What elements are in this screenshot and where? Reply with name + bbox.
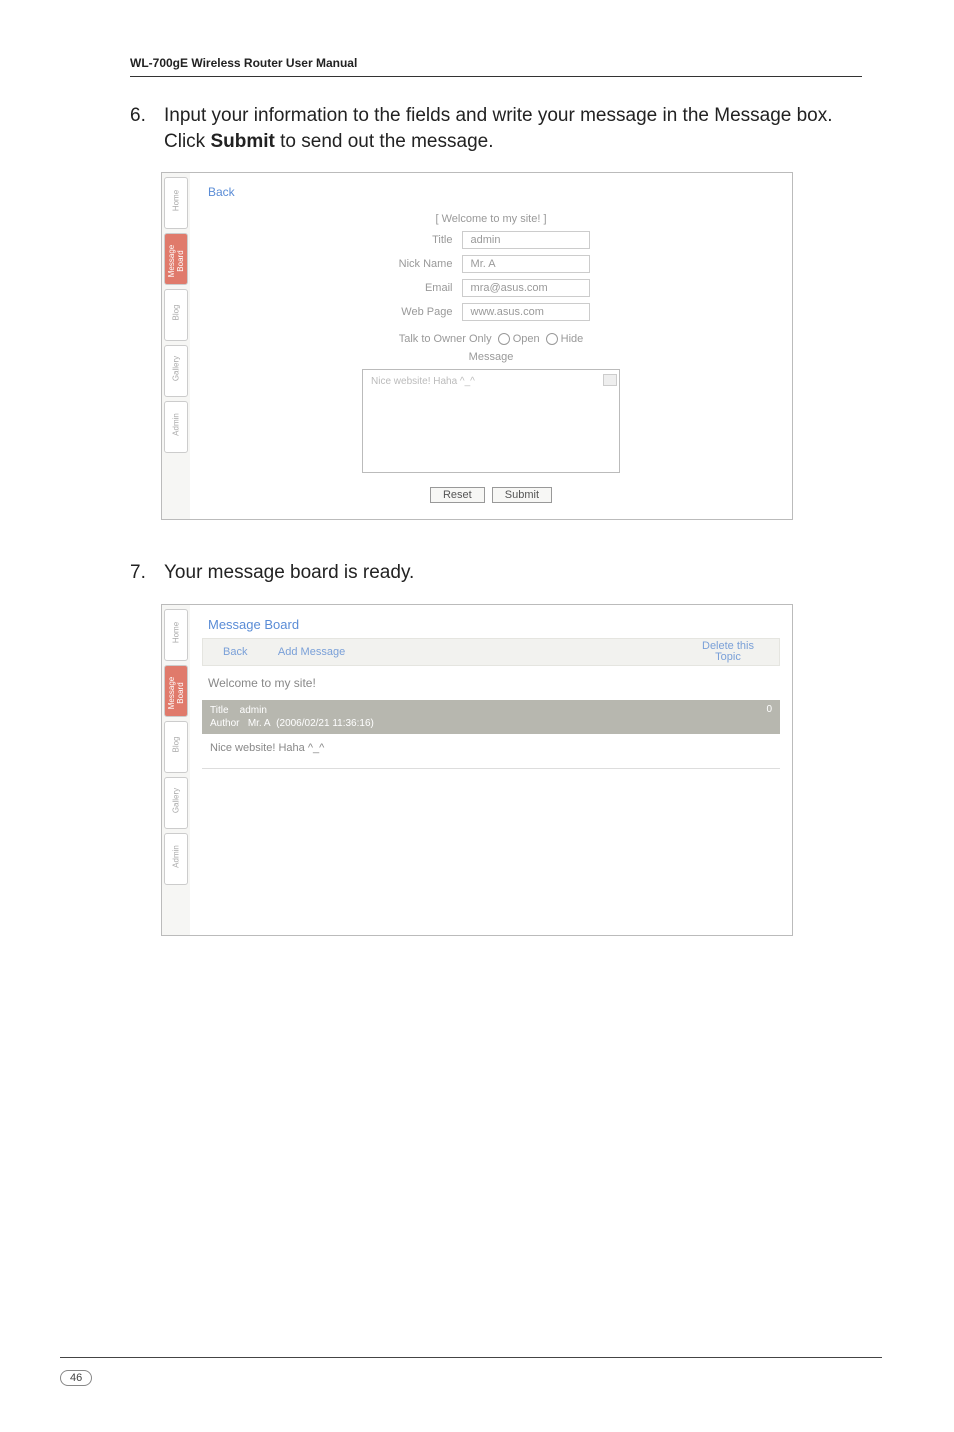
side-tab-label: Blog [172, 722, 181, 768]
radio-open[interactable] [498, 333, 510, 345]
hdr-title-value: admin [240, 705, 267, 716]
divider [202, 768, 780, 769]
page-footer: 46 [60, 1357, 882, 1386]
message-textarea[interactable]: Nice website! Haha ^_^ [362, 369, 620, 473]
email-label: Email [392, 282, 452, 294]
owner-only-label: Talk to Owner Only [399, 333, 492, 345]
radio-hide-label: Hide [561, 333, 584, 345]
message-board-title: Message Board [208, 617, 780, 632]
back-link[interactable]: Back [223, 646, 247, 658]
manual-header: WL-700gE Wireless Router User Manual [130, 56, 862, 77]
step-6-bold: Submit [210, 131, 274, 152]
back-link[interactable]: Back [208, 185, 780, 199]
side-tabs: Home Message Board Blog Gallery Admin [162, 605, 190, 935]
delete-topic-link[interactable]: Delete this Topic [683, 641, 779, 663]
side-tab-label: Message Board [167, 670, 185, 716]
submit-button[interactable]: Submit [492, 487, 552, 503]
side-tab-label: Gallery [172, 778, 181, 824]
side-tabs: Home Message Board Blog Gallery Admin [162, 173, 190, 519]
step-6-text: Input your information to the fields and… [164, 103, 862, 154]
hdr-count: 0 [766, 704, 772, 730]
hdr-title-label: Title [210, 705, 229, 716]
footer-rule [60, 1357, 882, 1358]
hdr-author-label: Author [210, 718, 239, 729]
delete-topic-bottom: Topic [683, 652, 773, 663]
side-tab-gallery[interactable]: Gallery [164, 777, 188, 829]
side-tab-home[interactable]: Home [164, 177, 188, 229]
nickname-field[interactable]: Mr. A [462, 255, 590, 273]
webpage-field[interactable]: www.asus.com [462, 303, 590, 321]
radio-hide[interactable] [546, 333, 558, 345]
welcome-text: Welcome to my site! [208, 676, 774, 690]
side-tab-label: Admin [172, 834, 181, 880]
toolbar: Back Add Message Delete this Topic [202, 638, 780, 666]
webpage-label: Web Page [392, 306, 452, 318]
screenshot-add-message: Home Message Board Blog Gallery Admin Ba… [161, 172, 793, 520]
side-tab-admin[interactable]: Admin [164, 401, 188, 453]
panel-add-message: Back [ Welcome to my site! ] Title admin… [190, 173, 792, 519]
title-field[interactable]: admin [462, 231, 590, 249]
side-tab-home[interactable]: Home [164, 609, 188, 661]
step-6: 6. Input your information to the fields … [130, 103, 862, 154]
side-tab-message-board[interactable]: Message Board [164, 233, 188, 285]
hdr-author-value: Mr. A [248, 718, 271, 729]
step-7-number: 7. [130, 560, 152, 586]
step-6-number: 6. [130, 103, 152, 154]
side-tab-admin[interactable]: Admin [164, 833, 188, 885]
add-message-link[interactable]: Add Message [278, 646, 345, 658]
page-number: 46 [60, 1370, 92, 1386]
nickname-label: Nick Name [392, 258, 452, 270]
step-7: 7. Your message board is ready. [130, 560, 862, 586]
side-tab-label: Home [172, 610, 181, 656]
message-label: Message [469, 351, 514, 363]
email-field[interactable]: mra@asus.com [462, 279, 590, 297]
radio-open-label: Open [513, 333, 540, 345]
reset-button[interactable]: Reset [430, 487, 485, 503]
side-tab-label: Admin [172, 402, 181, 448]
side-tab-label: Message Board [167, 238, 185, 284]
message-body: Nice website! Haha ^_^ [202, 734, 780, 762]
screenshot-message-board: Home Message Board Blog Gallery Admin Me… [161, 604, 793, 936]
hdr-meta: (2006/02/21 11:36:16) [276, 718, 374, 729]
side-tab-label: Gallery [172, 346, 181, 392]
title-label: Title [392, 234, 452, 246]
side-tab-message-board[interactable]: Message Board [164, 665, 188, 717]
form-heading: [ Welcome to my site! ] [202, 213, 780, 225]
side-tab-blog[interactable]: Blog [164, 289, 188, 341]
step-7-text: Your message board is ready. [164, 560, 414, 586]
side-tab-label: Home [172, 178, 181, 224]
message-header: Title admin Author Mr. A (2006/02/21 11:… [202, 700, 780, 734]
side-tab-label: Blog [172, 290, 181, 336]
side-tab-gallery[interactable]: Gallery [164, 345, 188, 397]
side-tab-blog[interactable]: Blog [164, 721, 188, 773]
panel-message-board: Message Board Back Add Message Delete th… [190, 605, 792, 935]
step-6-after: to send out the message. [275, 131, 494, 152]
